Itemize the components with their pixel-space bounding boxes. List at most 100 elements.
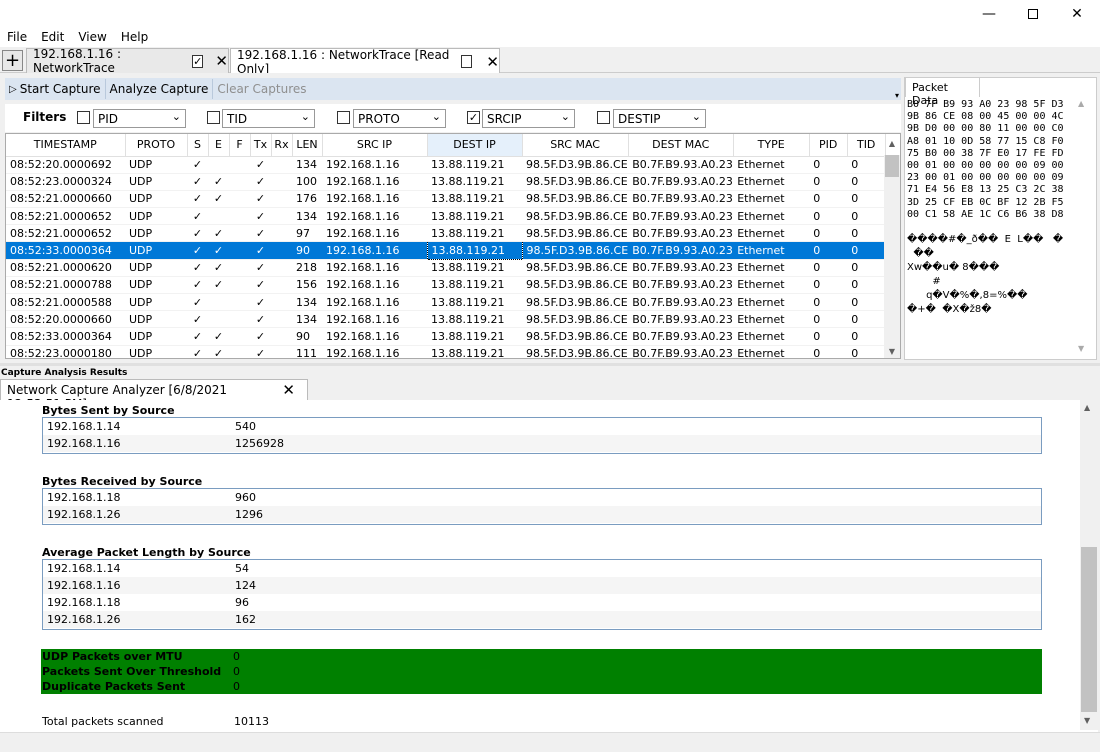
list-item: 192.168.1.18 96 [43,594,1041,611]
filter-checkbox-tid[interactable] [207,111,220,124]
table-cell [208,293,229,312]
table-cell: ✓ [187,345,208,358]
table-row[interactable]: 08:52:20.0000692 UDP ✓ ✓ 134 192.168.1.16 13.8… [6,156,886,174]
column-header-tid[interactable]: TID [847,134,886,157]
analyze-capture-button[interactable]: Analyze Capture [106,79,214,99]
filter-combo-proto[interactable]: PROTO ⌄ [353,109,446,128]
scroll-down-arrow-icon[interactable]: ▼ [1084,716,1090,725]
filter-checkbox-pid[interactable] [77,111,90,124]
table-cell: 08:52:33.0000364 [6,327,125,346]
table-row[interactable]: 08:52:23.0000324 UDP ✓ ✓ ✓ 100 192.168.1.16 13.… [6,173,886,191]
close-tab-icon[interactable]: ✕ [282,381,295,399]
table-row[interactable]: 08:52:33.0000364 UDP ✓ ✓ ✓ 90 192.168.1.16 13.8… [6,327,886,346]
column-header-f[interactable]: F [229,134,251,157]
toolbar-overflow-icon[interactable]: ▾ [895,91,901,100]
menu-file[interactable]: File [0,28,34,47]
table-row[interactable]: 08:52:23.0000180 UDP ✓ ✓ ✓ 111 192.168.1.16 13.… [6,345,886,358]
grid-scroll-thumb[interactable] [885,155,899,177]
menu-edit[interactable]: Edit [34,28,71,47]
table-cell: 98.5F.D3.9B.86.CE [522,156,629,174]
column-header-timestamp[interactable]: TIMESTAMP [6,134,126,157]
packet-data-scrollbar[interactable]: ▲ ▼ [1078,99,1094,357]
menu-help[interactable]: Help [114,28,155,47]
maximize-icon [1028,9,1038,19]
filter-combo-tid[interactable]: TID ⌄ [222,109,315,128]
column-header-s[interactable]: S [187,134,209,157]
column-header-len[interactable]: LEN [292,134,323,157]
table-row[interactable]: 08:52:20.0000660 UDP ✓ ✓ 134 192.168.1.16 13.8… [6,310,886,329]
table-cell: 90 [292,327,322,346]
close-tab-icon[interactable]: ✕ [215,52,228,70]
filter-checkbox-proto[interactable] [337,111,350,124]
tab-analyzer-results[interactable]: Network Capture Analyzer [6/8/2021 12:53… [0,379,308,411]
tab-checkbox[interactable]: ✓ [191,54,204,68]
scroll-down-arrow-icon[interactable]: ▼ [1078,344,1084,353]
chevron-down-icon: ⌄ [560,109,570,123]
table-row[interactable]: 08:52:33.0000364 UDP ✓ ✓ ✓ 90 192.168.1.16 13.8… [6,241,886,260]
table-row[interactable]: 08:52:21.0000652 UDP ✓ ✓ ✓ 97 192.168.1.16 13.8… [6,224,886,243]
menu-view[interactable]: View [71,28,113,47]
column-header-pid[interactable]: PID [809,134,848,157]
title-bar: — ✕ [0,0,1100,28]
column-header-rx[interactable]: Rx [271,134,293,157]
results-scroll-thumb[interactable] [1081,547,1097,712]
filter-combo-pid[interactable]: PID ⌄ [93,109,186,128]
table-row[interactable]: 08:52:21.0000788 UDP ✓ ✓ ✓ 156 192.168.1.16 13.… [6,276,886,295]
grid-scrollbar[interactable]: ▲ ▼ [884,139,900,359]
column-header-e[interactable]: E [208,134,230,157]
maximize-button[interactable] [1010,0,1056,28]
scroll-up-arrow-icon[interactable]: ▲ [1084,403,1090,412]
column-header-type[interactable]: TYPE [733,134,810,157]
filter-combo-srcip[interactable]: SRCIP ⌄ [482,109,575,128]
table-cell: 98.5F.D3.9B.86.CE [522,241,629,260]
minimize-button[interactable]: — [966,0,1012,28]
ascii-line: �+� �X�ž8� [907,304,992,316]
menu-bar: File Edit View Help [0,28,1100,47]
table-cell: 192.168.1.16 [322,173,427,191]
table-cell: 08:52:20.0000692 [6,156,125,174]
column-header-proto[interactable]: PROTO [125,134,188,157]
table-cell [229,173,250,191]
alert-label: Packets Sent Over Threshold [42,665,222,678]
scroll-down-arrow-icon[interactable]: ▼ [884,343,900,359]
table-row[interactable]: 08:52:21.0000620 UDP ✓ ✓ ✓ 218 192.168.1.16 13.… [6,259,886,277]
column-header-tx[interactable]: Tx [250,134,272,157]
analyze-capture-label: Analyze Capture [109,82,209,96]
column-header-dest-mac[interactable]: DEST MAC [628,134,734,157]
table-row[interactable]: 08:52:21.0000660 UDP ✓ ✓ ✓ 176 192.168.1.16 13.… [6,190,886,209]
filter-checkbox-srcip[interactable]: ✓ [467,111,480,124]
scroll-up-arrow-icon[interactable]: ▲ [884,135,900,151]
tab-checkbox[interactable] [460,55,473,68]
start-capture-button[interactable]: ▷ Start Capture [5,79,106,99]
table-cell: UDP [125,173,187,191]
filter-combo-label: PID [98,111,119,126]
tab-network-trace-readonly[interactable]: 192.168.1.16 : NetworkTrace [Read Only] … [230,48,500,76]
table-cell: 0 [809,293,848,312]
close-icon: ✕ [1071,6,1083,22]
table-cell: 0 [809,345,848,358]
close-tab-icon[interactable]: ✕ [486,53,499,71]
table-row[interactable]: 08:52:21.0000588 UDP ✓ ✓ 134 192.168.1.16 13.8… [6,293,886,312]
column-header-dest-ip[interactable]: DEST IP [427,134,523,157]
table-cell: B0.7F.B9.93.A0.23 [628,190,734,209]
source-value: 96 [235,596,249,609]
filter-combo-destip[interactable]: DESTIP ⌄ [613,109,706,128]
tab-network-trace[interactable]: 192.168.1.16 : NetworkTrace ✓ ✕ [26,47,229,75]
table-cell [229,293,250,312]
clear-captures-button[interactable]: Clear Captures [213,79,310,99]
table-row[interactable]: 08:52:21.0000652 UDP ✓ ✓ 134 192.168.1.16 13.8… [6,207,886,226]
panel-splitter[interactable] [0,363,1100,366]
table-cell [229,241,250,260]
add-tab-button[interactable]: + [2,50,23,71]
column-header-src-mac[interactable]: SRC MAC [522,134,629,157]
table-cell: 98.5F.D3.9B.86.CE [522,293,629,312]
table-cell: ✓ [250,224,271,243]
packet-data-tab[interactable]: Packet Data [905,77,980,107]
source-ip: 192.168.1.14 [47,420,121,433]
table-cell [208,156,229,174]
filter-checkbox-destip[interactable] [597,111,610,124]
scroll-up-arrow-icon[interactable]: ▲ [1078,99,1084,108]
column-header-src-ip[interactable]: SRC IP [322,134,428,157]
close-window-button[interactable]: ✕ [1054,0,1100,28]
table-cell: ✓ [187,207,208,226]
